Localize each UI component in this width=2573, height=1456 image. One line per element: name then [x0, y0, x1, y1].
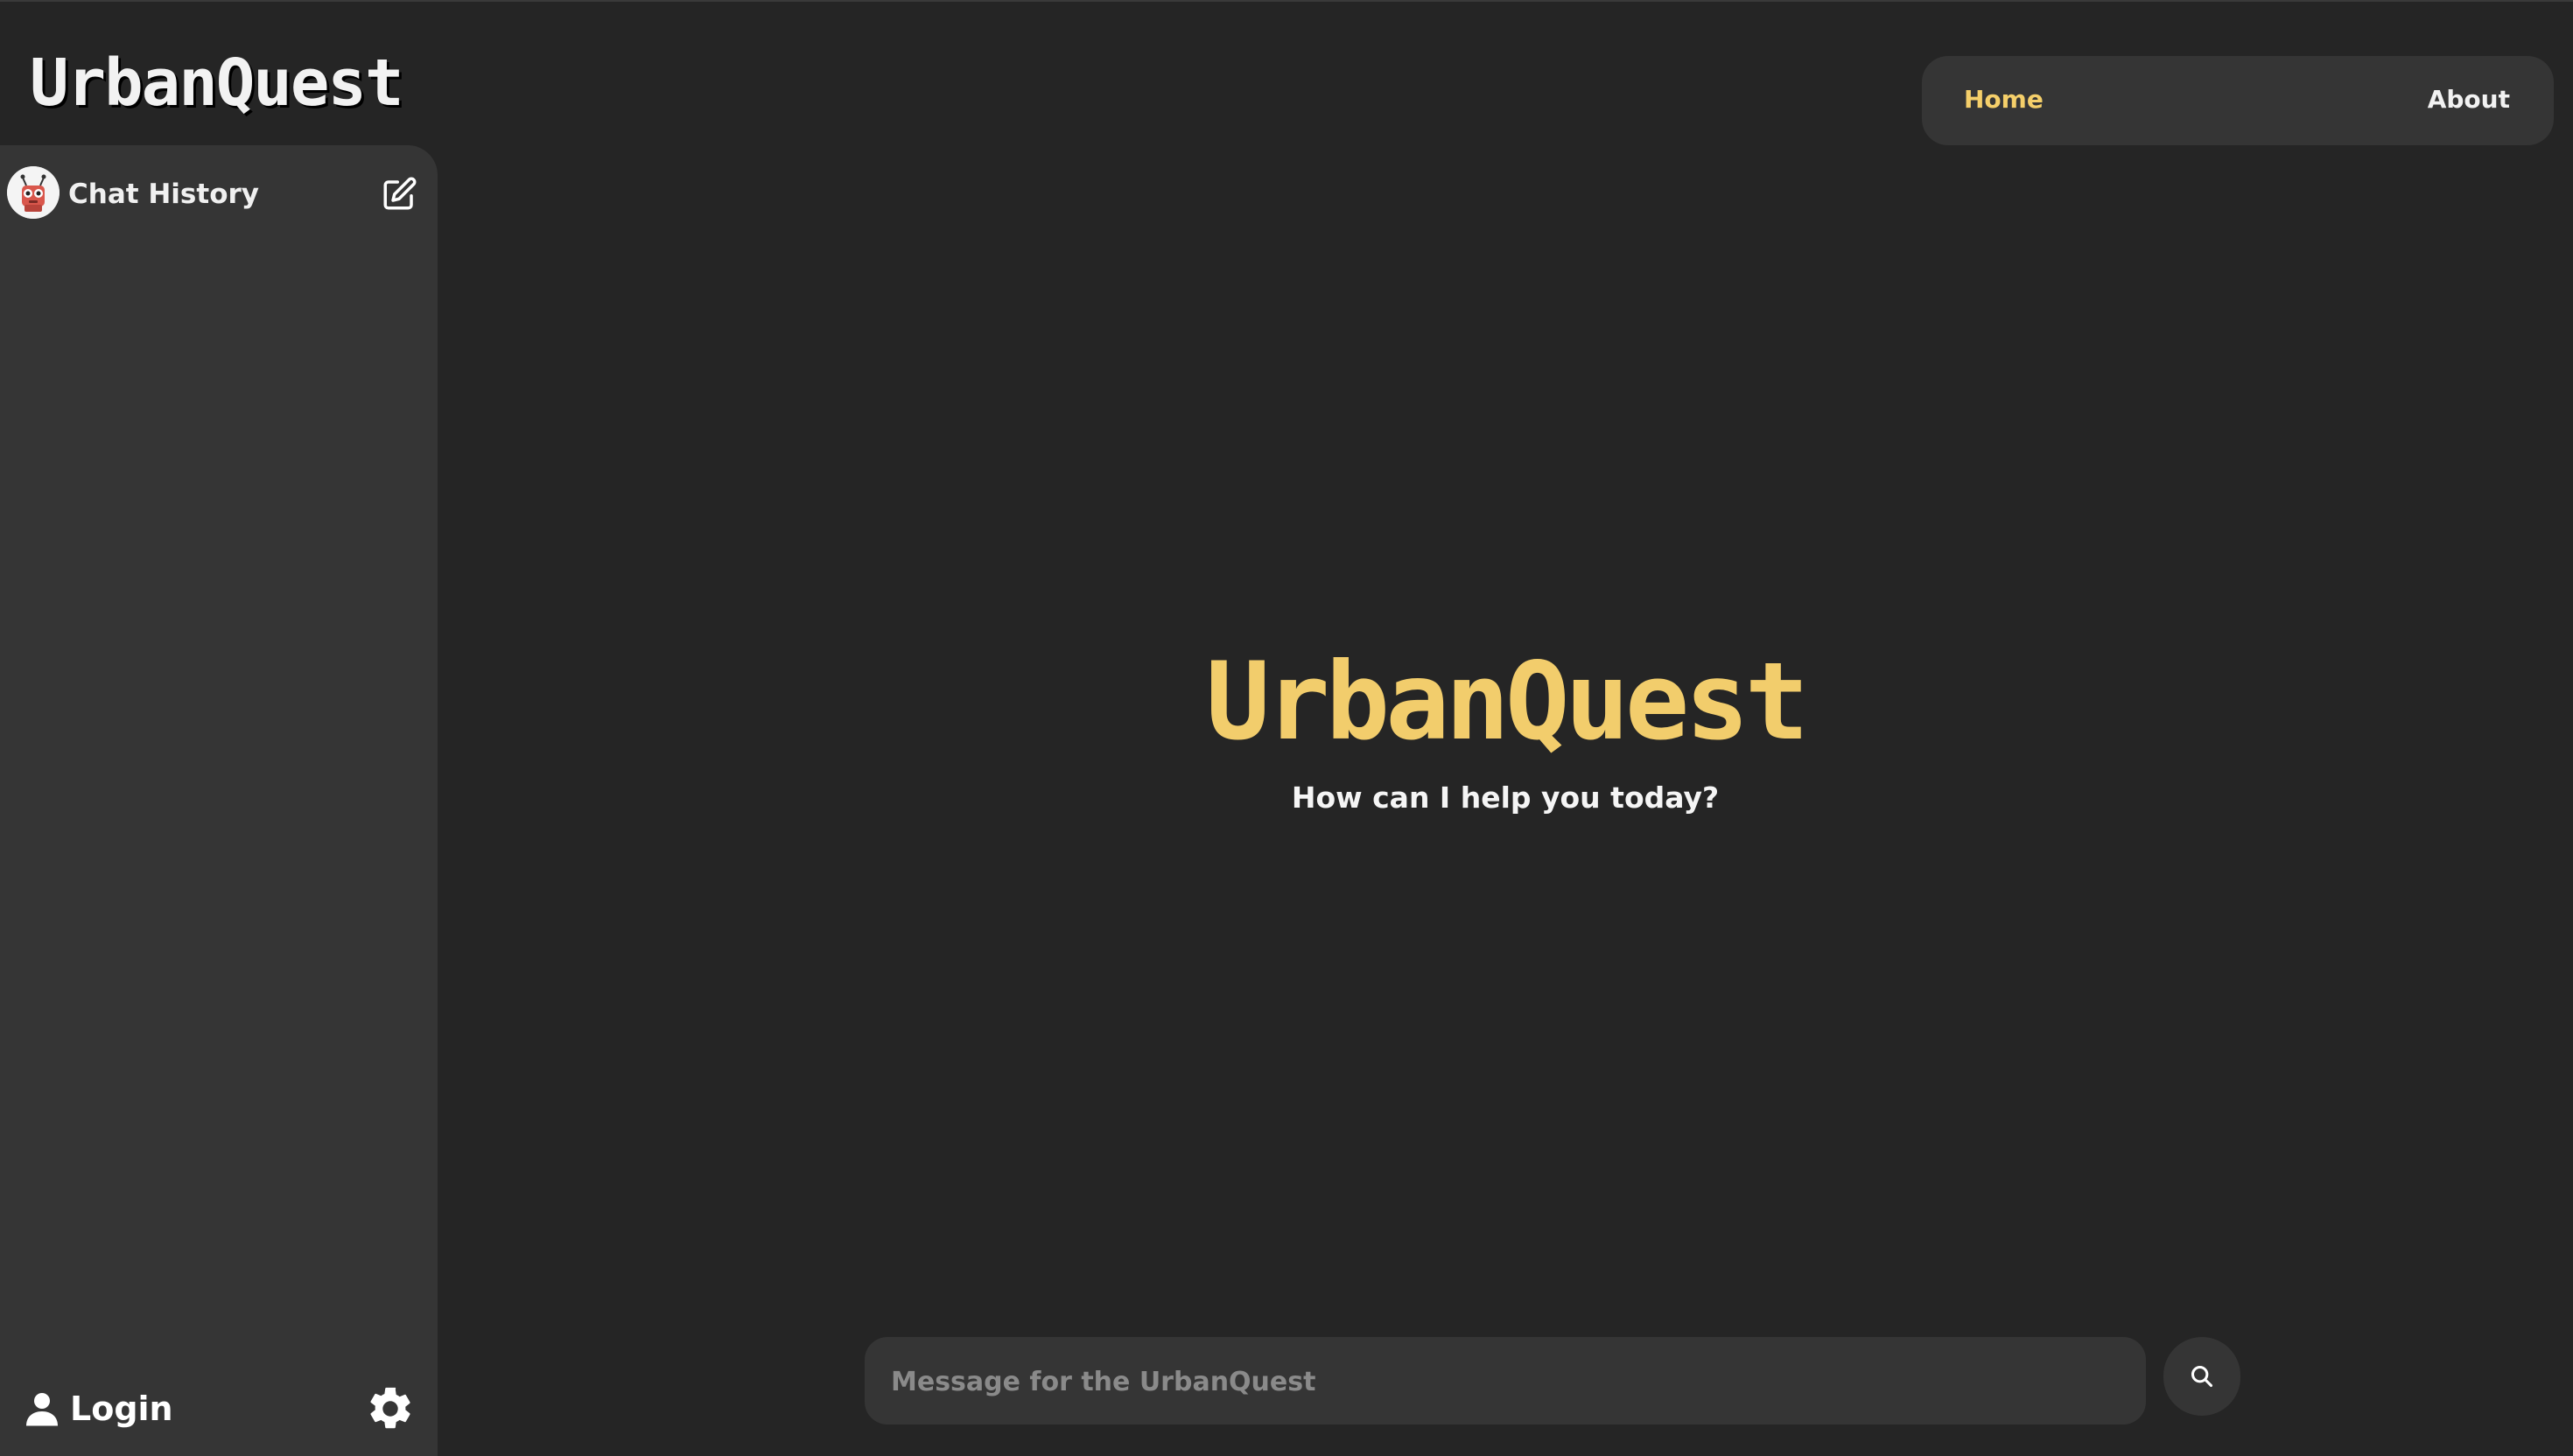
message-composer: [865, 1337, 2146, 1426]
user-icon: [26, 1393, 58, 1426]
hero-title: UrbanQuest: [1205, 640, 1810, 764]
top-nav: Home About: [1922, 56, 2554, 145]
nav-home-link[interactable]: Home: [1964, 80, 2044, 119]
sidebar-footer: Login: [0, 1362, 438, 1456]
chat-history-title: Chat History: [68, 178, 259, 210]
sidebar: Chat History Login: [0, 145, 438, 1456]
login-label: Login: [70, 1390, 173, 1428]
settings-button[interactable]: [364, 1382, 417, 1435]
edit-icon: [383, 177, 417, 210]
gear-icon: [370, 1387, 410, 1429]
robot-avatar-icon: [7, 166, 60, 219]
nav-about-link[interactable]: About: [2428, 80, 2510, 119]
new-chat-button[interactable]: [378, 173, 420, 215]
send-button[interactable]: [2163, 1337, 2240, 1416]
message-input[interactable]: [889, 1337, 2118, 1426]
hero-subtitle: How can I help you today?: [1291, 780, 1720, 815]
app-window: UrbanQuest Chat History Login Home About…: [0, 0, 2573, 1456]
login-button[interactable]: Login: [26, 1382, 173, 1435]
brand-logo: UrbanQuest: [30, 46, 404, 121]
search-icon: [2191, 1365, 2213, 1388]
sidebar-header: Chat History: [0, 164, 438, 226]
